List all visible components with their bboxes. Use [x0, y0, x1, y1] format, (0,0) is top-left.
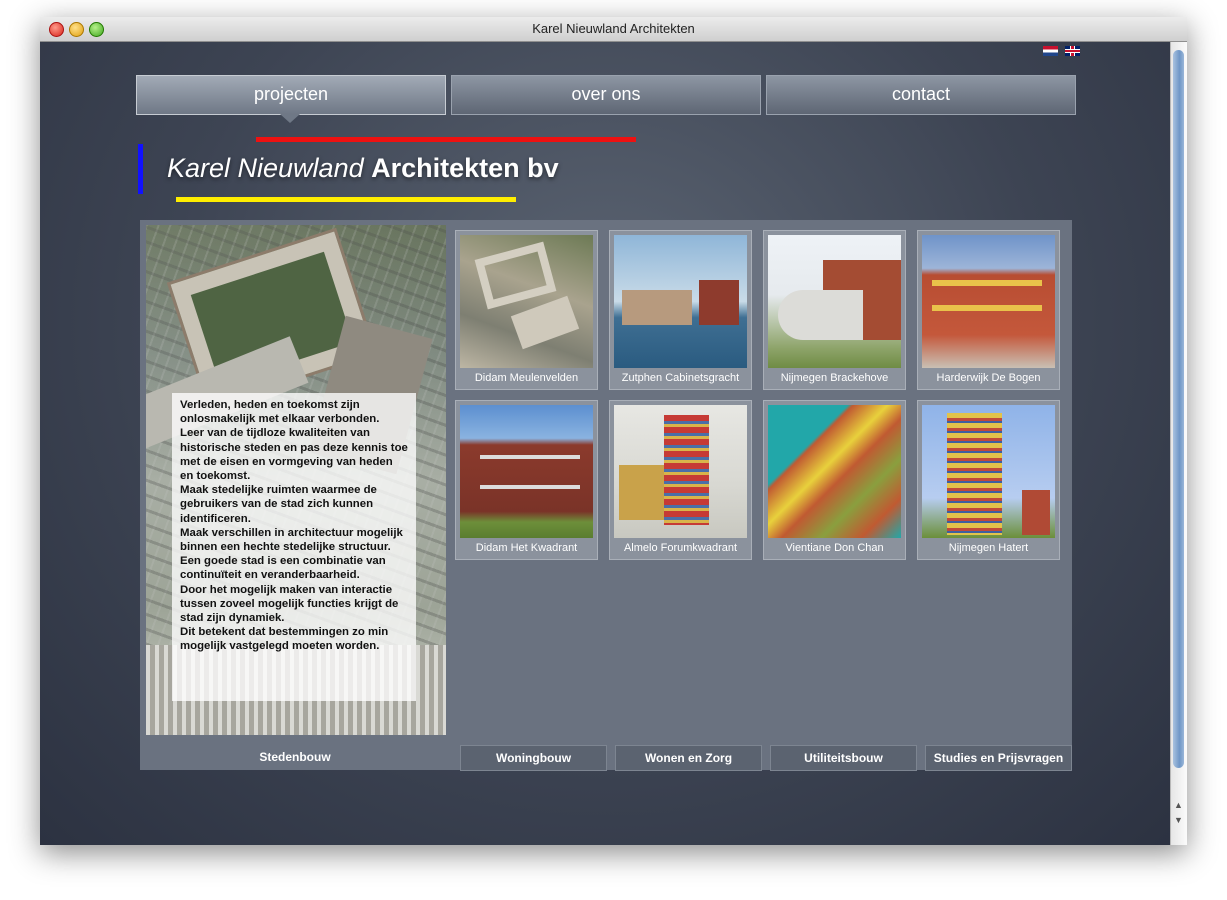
building-shape — [480, 455, 580, 459]
building-shape — [947, 413, 1002, 535]
red-accent-line — [256, 137, 636, 142]
scroll-up-arrow-icon[interactable]: ▲ — [1174, 800, 1183, 810]
yellow-accent-line — [176, 197, 516, 202]
intro-text: Verleden, heden en toekomst zijn onlosma… — [172, 393, 416, 701]
browser-window: Karel Nieuwland Architekten projecten ov… — [40, 17, 1187, 845]
vertical-scrollbar[interactable]: ▲ ▼ — [1170, 42, 1187, 845]
intro-line: Door het mogelijk maken van interactie t… — [180, 583, 399, 625]
intro-line: Dit betekent dat bestemmingen zo min mog… — [180, 626, 389, 653]
window-titlebar: Karel Nieuwland Architekten — [40, 17, 1187, 42]
project-card[interactable]: Didam Meulenvelden — [455, 230, 598, 390]
category-utiliteitsbouw[interactable]: Utiliteitsbouw — [770, 745, 917, 771]
project-thumbnail — [922, 405, 1055, 538]
stedenbouw-aerial-image: Verleden, heden en toekomst zijn onlosma… — [146, 225, 446, 735]
project-label: Nijmegen Hatert — [948, 542, 1029, 554]
category-studies-en-prijsvragen[interactable]: Studies en Prijsvragen — [925, 745, 1072, 771]
project-card[interactable]: Almelo Forumkwadrant — [609, 400, 752, 560]
project-thumbnail — [614, 235, 747, 368]
scroll-down-arrow-icon[interactable]: ▼ — [1174, 815, 1183, 825]
building-shape — [778, 290, 863, 340]
intro-line: Een goede stad is een combinatie van con… — [180, 555, 386, 582]
project-label: Harderwijk De Bogen — [936, 372, 1041, 384]
building-shape — [510, 295, 580, 350]
language-switcher — [1040, 46, 1081, 64]
category-woningbouw[interactable]: Woningbouw — [460, 745, 607, 771]
project-label: Didam Het Kwadrant — [475, 542, 578, 554]
building-shape — [1022, 490, 1050, 535]
project-thumbnail — [460, 235, 593, 368]
english-flag-icon[interactable] — [1065, 46, 1081, 56]
intro-line: Leer van de tijdloze kwaliteiten van his… — [180, 427, 408, 483]
building-shape — [480, 485, 580, 489]
active-tab-pointer — [280, 114, 300, 123]
project-card[interactable]: Zutphen Cabinetsgracht — [609, 230, 752, 390]
tab-projecten[interactable]: projecten — [136, 75, 446, 115]
category-wonen-en-zorg[interactable]: Wonen en Zorg — [615, 745, 762, 771]
building-shape — [622, 290, 692, 325]
project-card[interactable]: Didam Het Kwadrant — [455, 400, 598, 560]
page-content: projecten over ons contact Karel Nieuwla… — [40, 42, 1171, 845]
project-thumbnail — [768, 405, 901, 538]
project-card[interactable]: Nijmegen Hatert — [917, 400, 1060, 560]
project-label: Didam Meulenvelden — [474, 372, 579, 384]
project-thumbnail — [922, 235, 1055, 368]
intro-line: Verleden, heden en toekomst zijn onlosma… — [180, 399, 380, 426]
project-thumbnail — [614, 405, 747, 538]
project-thumbnail — [460, 405, 593, 538]
project-label: Nijmegen Brackehove — [780, 372, 889, 384]
heading-name: Karel Nieuwland — [167, 153, 364, 183]
building-shape — [932, 305, 1042, 311]
project-thumbnail — [768, 235, 901, 368]
building-shape — [474, 241, 557, 310]
tab-contact[interactable]: contact — [766, 75, 1076, 115]
project-card[interactable]: Nijmegen Brackehove — [763, 230, 906, 390]
category-stedenbouw[interactable]: Stedenbouw — [140, 745, 450, 769]
scrollbar-thumb[interactable] — [1173, 50, 1184, 768]
building-shape — [664, 415, 709, 525]
project-label: Zutphen Cabinetsgracht — [621, 372, 740, 384]
project-label: Vientiane Don Chan — [785, 542, 884, 554]
building-shape — [619, 465, 664, 520]
building-shape — [699, 280, 739, 325]
intro-line: Maak verschillen in architectuur mogelij… — [180, 526, 403, 554]
tab-over-ons[interactable]: over ons — [451, 75, 761, 115]
blue-accent-bar — [138, 144, 143, 194]
dutch-flag-icon[interactable] — [1043, 46, 1058, 56]
project-card[interactable]: Harderwijk De Bogen — [917, 230, 1060, 390]
project-card[interactable]: Vientiane Don Chan — [763, 400, 906, 560]
project-label: Almelo Forumkwadrant — [623, 542, 738, 554]
building-shape — [932, 280, 1042, 286]
heading-company: Architekten bv — [371, 153, 559, 183]
projects-panel: Verleden, heden en toekomst zijn onlosma… — [140, 220, 1072, 771]
page-heading: Karel Nieuwland Architekten bv — [167, 153, 559, 184]
intro-line: Maak stedelijke ruimten waarmee de gebru… — [180, 484, 377, 525]
window-title: Karel Nieuwland Architekten — [532, 21, 695, 36]
